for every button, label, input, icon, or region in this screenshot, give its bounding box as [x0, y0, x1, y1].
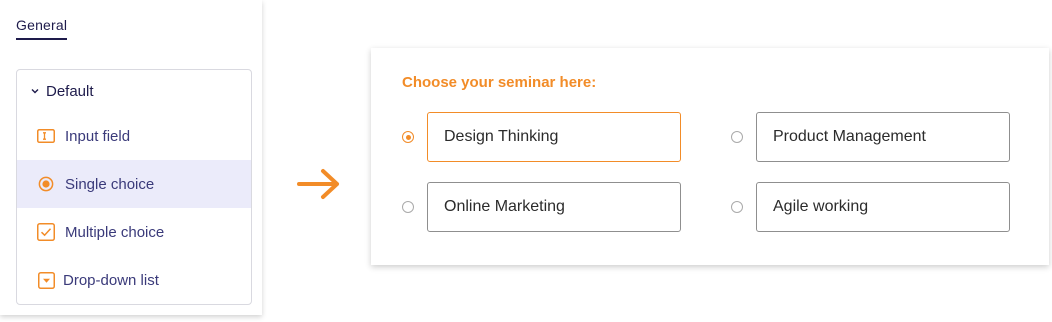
- default-group-label: Default: [46, 82, 94, 100]
- checkbox-icon: [37, 223, 55, 241]
- radio-button[interactable]: [402, 201, 414, 213]
- tab-general[interactable]: General: [16, 17, 68, 40]
- chevron-down-icon: [31, 89, 39, 94]
- radio-button[interactable]: [402, 131, 414, 143]
- option-agile-working[interactable]: Agile working: [756, 182, 1010, 232]
- default-group-toggle[interactable]: Default: [30, 82, 94, 100]
- sidebar-item-label: Multiple choice: [65, 223, 165, 241]
- sidebar-item-multiple-choice[interactable]: Multiple choice: [17, 208, 251, 256]
- option-online-marketing[interactable]: Online Marketing: [427, 182, 681, 232]
- sidebar-item-input-field[interactable]: Input field: [17, 112, 251, 160]
- radio-icon: [37, 175, 55, 193]
- input-field-icon: [37, 127, 55, 145]
- sidebar-item-dropdown-list[interactable]: Drop-down list: [17, 256, 251, 304]
- sidebar-item-label: Single choice: [65, 175, 155, 193]
- question-label: Choose your seminar here:: [402, 74, 597, 91]
- default-field-group: Default Input field Single choice Multip…: [16, 69, 252, 305]
- sidebar-item-label: Drop-down list: [63, 271, 159, 289]
- sidebar-item-label: Input field: [65, 127, 131, 145]
- arrow-right-icon: [297, 169, 339, 199]
- sidebar-item-single-choice[interactable]: Single choice: [17, 160, 251, 208]
- field-type-panel: General Default Input field Single choic…: [0, 0, 262, 315]
- option-product-management[interactable]: Product Management: [756, 112, 1010, 162]
- option-design-thinking[interactable]: Design Thinking: [427, 112, 681, 162]
- dropdown-icon: [37, 271, 55, 289]
- radio-button[interactable]: [731, 131, 743, 143]
- radio-button[interactable]: [731, 201, 743, 213]
- seminar-form-preview: Choose your seminar here: Design Thinkin…: [371, 48, 1049, 265]
